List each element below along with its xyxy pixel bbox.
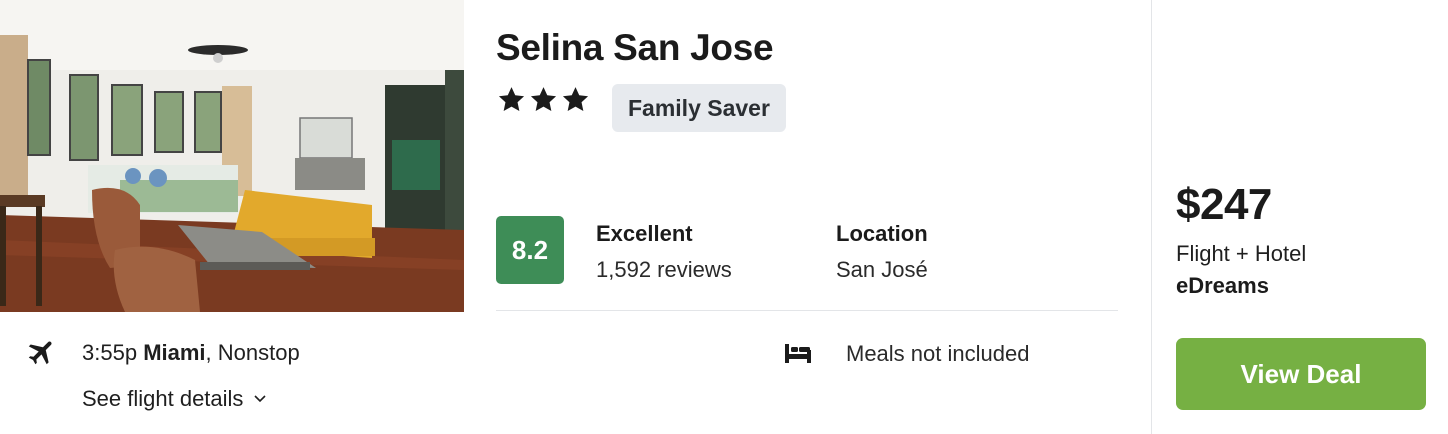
location-label: Location — [836, 221, 928, 246]
see-flight-details-label: See flight details — [82, 386, 244, 411]
see-flight-details-link[interactable]: See flight details — [82, 386, 267, 412]
bed-icon — [785, 344, 811, 363]
star-icon — [562, 87, 589, 111]
flight-stops: , Nonstop — [205, 340, 300, 365]
location-value: San José — [836, 257, 928, 282]
rating-score-badge: 8.2 — [496, 216, 564, 284]
hotel-name[interactable]: Selina San Jose — [496, 27, 774, 69]
section-divider — [496, 310, 1118, 311]
star-rating — [497, 85, 590, 114]
flight-origin-city: Miami — [143, 340, 206, 365]
rating-label: Excellent — [596, 221, 693, 246]
airplane-icon — [28, 341, 52, 365]
flight-time: 3:55p — [82, 340, 138, 365]
flight-summary: 3:55p Miami, Nonstop — [82, 340, 300, 366]
family-saver-badge: Family Saver — [612, 84, 786, 132]
package-type: Flight + Hotel — [1176, 241, 1307, 266]
star-icon — [530, 87, 557, 111]
deal-column-divider — [1151, 0, 1152, 434]
hotel-photo[interactable] — [0, 0, 464, 312]
deal-price: $247 — [1176, 180, 1272, 229]
review-count[interactable]: 1,592 reviews — [596, 257, 732, 283]
deal-provider: eDreams — [1176, 273, 1269, 298]
star-icon — [498, 87, 525, 111]
view-deal-button[interactable]: View Deal — [1176, 338, 1426, 410]
chevron-down-icon — [254, 395, 267, 403]
meals-info: Meals not included — [846, 341, 1030, 366]
